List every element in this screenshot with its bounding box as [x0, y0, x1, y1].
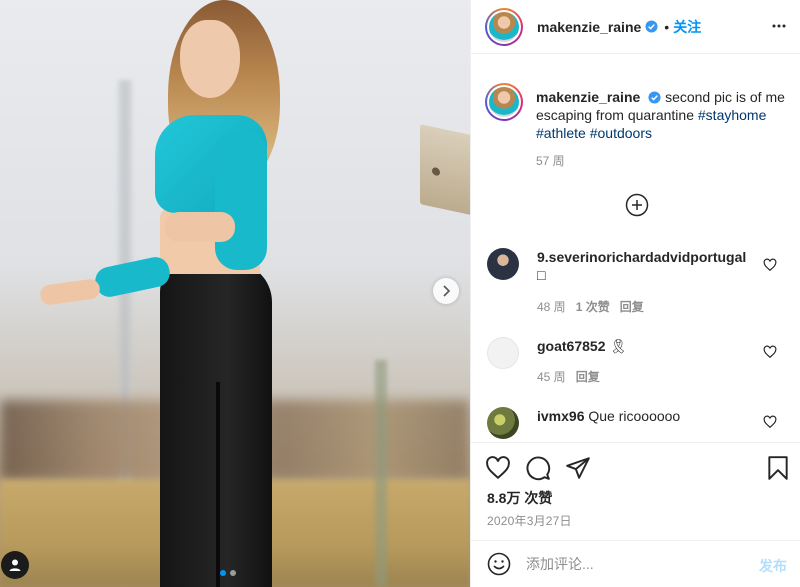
comment-time[interactable]: 45 周 — [537, 368, 566, 385]
post-actions: 8.8万 次赞 2020年3月27日 — [471, 442, 800, 528]
verified-badge-icon — [648, 91, 661, 104]
comments-list[interactable]: makenzie_raine second pic is of me escap… — [471, 55, 800, 442]
comment-text: 🎗 — [609, 338, 628, 354]
comment-body: ivmx96 Que ricoooooo — [537, 407, 757, 425]
next-photo-button[interactable] — [433, 278, 459, 304]
author-username[interactable]: makenzie_raine — [537, 19, 641, 35]
comment-meta: 45 周 回复 — [537, 368, 600, 385]
post-header: makenzie_raine • 关注 — [471, 0, 800, 54]
post-comment-button[interactable]: 发布 — [759, 556, 787, 576]
carousel-dot — [230, 570, 236, 576]
post-photo — [0, 0, 470, 587]
heart-icon[interactable] — [763, 258, 777, 272]
caption-avatar[interactable] — [485, 83, 523, 121]
commenter-username[interactable]: goat67852 — [537, 338, 605, 354]
commenter-avatar[interactable] — [487, 337, 519, 369]
hashtag-athlete[interactable]: #athlete — [536, 125, 586, 141]
post-panel: makenzie_raine • 关注 makenzie_raine secon… — [470, 0, 800, 587]
comment-body: goat67852 🎗 — [537, 337, 757, 355]
commenter-avatar[interactable] — [487, 248, 519, 280]
comment-likes[interactable]: 1 次赞 — [576, 298, 610, 315]
carousel-dots — [220, 570, 236, 576]
save-bookmark-icon[interactable] — [765, 455, 791, 481]
hashtag-stayhome[interactable]: #stayhome — [698, 107, 766, 123]
user-tag-icon — [9, 559, 21, 571]
verified-badge-icon — [645, 20, 658, 33]
person-figure — [0, 0, 470, 587]
comment-body: 9.severinorichardadvidportugal □ — [537, 248, 757, 284]
carousel-dot-active — [220, 570, 226, 576]
heart-icon[interactable] — [763, 415, 777, 429]
heart-icon[interactable] — [763, 345, 777, 359]
action-bar — [485, 455, 795, 483]
hashtag-outdoors[interactable]: #outdoors — [590, 125, 652, 141]
more-options-icon[interactable] — [771, 18, 787, 34]
caption-text-block: makenzie_raine second pic is of me escap… — [536, 88, 786, 142]
add-comment-bar: 发布 — [471, 540, 800, 587]
share-icon[interactable] — [565, 455, 591, 481]
commenter-avatar[interactable] — [487, 407, 519, 439]
reply-button[interactable]: 回复 — [620, 298, 644, 315]
comment-meta: 48 周 1 次赞 回复 — [537, 298, 644, 315]
author-avatar[interactable] — [485, 7, 523, 46]
emoji-icon[interactable] — [487, 552, 511, 576]
follow-separator: • — [664, 18, 670, 35]
comment-time[interactable]: 48 周 — [537, 298, 566, 315]
reply-button[interactable]: 回复 — [576, 368, 600, 385]
commenter-username[interactable]: 9.severinorichardadvidportugal — [537, 249, 746, 265]
comment-input[interactable] — [526, 549, 736, 579]
like-count[interactable]: 8.8万 次赞 — [487, 488, 552, 508]
post-date[interactable]: 2020年3月27日 — [487, 512, 572, 529]
heart-icon[interactable] — [485, 455, 511, 481]
user-tag-button[interactable] — [1, 551, 29, 579]
comment-icon[interactable] — [525, 455, 551, 481]
caption-username[interactable]: makenzie_raine — [536, 89, 640, 105]
next-photo-icon — [443, 285, 451, 297]
load-more-comments-icon[interactable] — [625, 193, 649, 217]
comment-text: □ — [537, 267, 546, 283]
commenter-username[interactable]: ivmx96 — [537, 408, 584, 424]
follow-button[interactable]: 关注 — [673, 17, 701, 37]
caption-time[interactable]: 57 周 — [536, 152, 565, 169]
comment-text: Que ricoooooo — [588, 408, 681, 424]
